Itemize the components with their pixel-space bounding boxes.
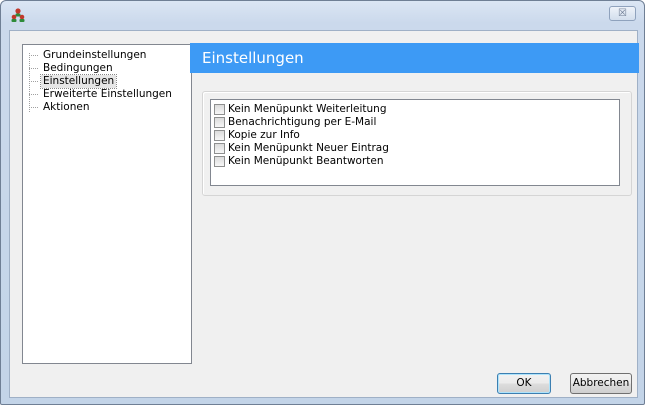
dialog-window: ☒ Grundeinstellungen Bedingungen Einstel…	[0, 0, 645, 405]
tree-item-label: Bedingungen	[43, 62, 113, 74]
ok-button[interactable]: OK	[497, 373, 551, 394]
tree-item-label: Grundeinstellungen	[43, 49, 147, 61]
users-group-icon	[11, 8, 25, 22]
checkbox[interactable]	[214, 143, 225, 154]
panel-header: Einstellungen	[190, 43, 639, 73]
option-label: Kein Menüpunkt Weiterleitung	[228, 103, 387, 115]
title-bar[interactable]: ☒	[1, 1, 644, 27]
tree-item-label: Einstellungen	[39, 74, 118, 89]
option-label: Kopie zur Info	[228, 129, 300, 141]
cancel-button[interactable]: Abbrechen	[570, 373, 632, 394]
close-icon: ☒	[618, 8, 627, 19]
tree-connector-line	[29, 53, 30, 112]
panel-title: Einstellungen	[202, 49, 304, 67]
option-label: Kein Menüpunkt Beantworten	[228, 155, 384, 167]
checkbox[interactable]	[214, 117, 225, 128]
close-button[interactable]: ☒	[609, 6, 636, 21]
dialog-client-area: Grundeinstellungen Bedingungen Einstellu…	[9, 30, 639, 398]
option-label: Benachrichtigung per E-Mail	[228, 116, 377, 128]
option-label: Kein Menüpunkt Neuer Eintrag	[228, 142, 389, 154]
options-checklist[interactable]: Kein Menüpunkt Weiterleitung Benachricht…	[210, 99, 620, 186]
checkbox[interactable]	[214, 130, 225, 141]
settings-tree[interactable]: Grundeinstellungen Bedingungen Einstellu…	[22, 44, 192, 364]
tree-item-label: Aktionen	[43, 101, 90, 113]
checkbox[interactable]	[214, 104, 225, 115]
checkbox[interactable]	[214, 156, 225, 167]
tree-item-label: Erweiterte Einstellungen	[43, 88, 172, 100]
